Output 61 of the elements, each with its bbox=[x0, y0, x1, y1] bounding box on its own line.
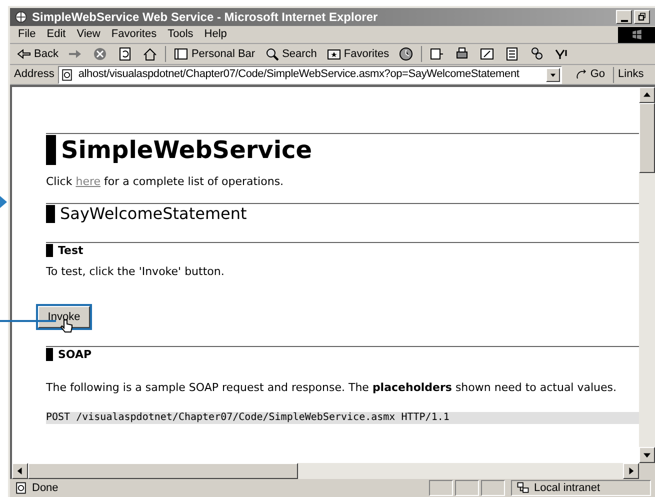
heading-bar bbox=[46, 204, 55, 222]
links-button[interactable]: Links bbox=[618, 66, 644, 83]
menu-item[interactable]: Help bbox=[204, 26, 227, 43]
stop-icon bbox=[92, 46, 108, 62]
horizontal-scrollbar[interactable] bbox=[12, 463, 655, 479]
test-text: To test, click the 'Invoke' button. bbox=[46, 264, 226, 280]
menu-item[interactable]: Favorites bbox=[111, 26, 157, 43]
zone-text: Local intranet bbox=[534, 480, 600, 496]
scroll-thumb[interactable] bbox=[28, 463, 298, 479]
address-field[interactable]: alhost/visualaspdotnet/Chapter07/Code/SimpleWebService.asmx?op=SayWelcomeStatement bbox=[58, 66, 562, 84]
menu-item[interactable]: File bbox=[18, 26, 36, 43]
scroll-thumb[interactable] bbox=[639, 103, 655, 173]
heading-bar bbox=[46, 348, 53, 361]
minimize-icon bbox=[620, 20, 628, 22]
soap-description: The following is a sample SOAP request and response. The placeholders shown need to actual values. bbox=[46, 380, 618, 396]
address-label: Address bbox=[14, 67, 54, 82]
panel-icon bbox=[173, 46, 190, 62]
invoke-button[interactable]: Invoke bbox=[38, 306, 90, 328]
go-arrow-icon bbox=[574, 68, 588, 82]
window-title: SimpleWebService Web Service - Microsoft Internet Explorer bbox=[32, 9, 378, 26]
menu-item[interactable]: Tools bbox=[168, 26, 194, 43]
page-icon bbox=[429, 46, 446, 62]
page-icon bbox=[14, 481, 28, 495]
status-pane bbox=[455, 480, 479, 496]
code-block: POST /visualaspdotnet/Chapter07/Code/SimpleWebService.asmx HTTP/1.1 bbox=[46, 412, 639, 424]
status-pane bbox=[481, 480, 505, 496]
menu-item[interactable]: Edit bbox=[46, 26, 66, 43]
home-icon bbox=[142, 46, 158, 62]
clock-icon bbox=[398, 46, 414, 62]
operations-link[interactable]: here bbox=[76, 175, 101, 188]
heading-bar bbox=[46, 135, 56, 165]
search-icon bbox=[264, 46, 280, 62]
refresh-icon bbox=[117, 46, 134, 62]
network-icon bbox=[516, 481, 530, 495]
people-icon bbox=[529, 46, 546, 62]
favorites-button[interactable]: Favorites bbox=[324, 44, 392, 64]
document-icon bbox=[504, 46, 520, 62]
restore-button[interactable] bbox=[634, 10, 650, 24]
back-button[interactable]: Back bbox=[14, 44, 60, 64]
restore-icon bbox=[636, 11, 648, 23]
minimize-button[interactable] bbox=[616, 10, 632, 24]
edit-icon bbox=[479, 46, 496, 62]
status-text: Done bbox=[32, 480, 58, 496]
dropdown-button[interactable] bbox=[546, 68, 560, 82]
go-button[interactable]: Go bbox=[574, 66, 606, 83]
heading: SayWelcomeStatement bbox=[59, 204, 247, 224]
browser-icon bbox=[14, 10, 28, 24]
callout-arrow bbox=[0, 196, 8, 208]
status-pane bbox=[429, 480, 453, 496]
heading: SimpleWebService bbox=[60, 135, 312, 166]
heading: SOAP bbox=[57, 347, 92, 362]
heading: Test bbox=[57, 242, 84, 258]
search-button[interactable]: Search bbox=[262, 44, 319, 64]
page-icon bbox=[60, 68, 74, 82]
heading-bar bbox=[46, 244, 53, 256]
personal-button[interactable]: Personal Bar bbox=[171, 44, 258, 64]
intro-text: Click here for a complete list of operations. bbox=[46, 174, 285, 190]
flag-icon bbox=[630, 28, 644, 42]
back-arrow-icon bbox=[16, 46, 32, 62]
menu-item[interactable]: View bbox=[76, 26, 100, 43]
vertical-scrollbar[interactable] bbox=[639, 87, 655, 463]
